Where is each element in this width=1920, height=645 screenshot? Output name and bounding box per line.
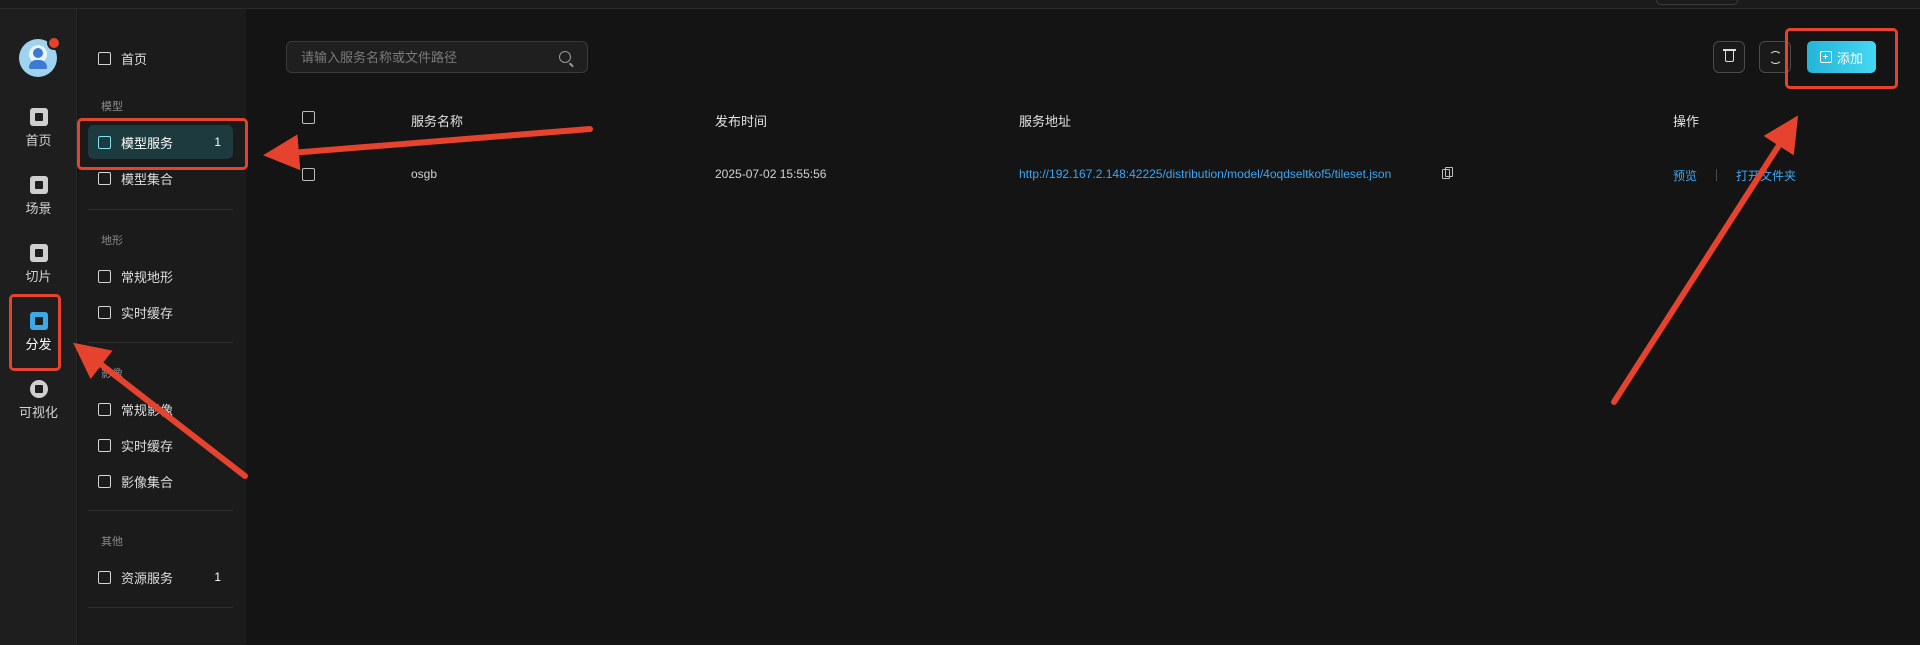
notification-badge-icon xyxy=(47,36,61,50)
column-header-name: 服务名称 xyxy=(411,114,464,129)
terrain-icon xyxy=(98,269,111,283)
home-icon xyxy=(98,51,111,65)
sidebar-item-label: 资源服务 xyxy=(121,570,174,586)
column-header-url: 服务地址 xyxy=(1019,114,1072,129)
resource-icon xyxy=(98,570,111,584)
slice-icon xyxy=(29,244,48,262)
main-content: 添加 服务名称 发布时间 服务地址 操作 osgb 2025-07-02 15:… xyxy=(246,9,1920,645)
sidebar-item-imagery-cache[interactable]: 实时缓存 xyxy=(88,428,233,462)
imagery-cache-icon xyxy=(98,438,111,452)
sidebar-item-label: 首页 xyxy=(121,51,148,67)
delete-button[interactable] xyxy=(1713,41,1745,73)
sidebar-item-label: 常规地形 xyxy=(121,269,174,285)
sidebar-item-label: 影像集合 xyxy=(121,474,174,490)
rail-item-label: 可视化 xyxy=(18,405,58,420)
sidebar-item-label: 实时缓存 xyxy=(121,305,174,321)
top-bar-tab[interactable] xyxy=(1656,0,1738,5)
rail-item-label: 首页 xyxy=(25,133,52,148)
search-input[interactable] xyxy=(301,42,551,72)
imagery-collection-icon xyxy=(98,474,111,488)
imagery-icon xyxy=(98,402,111,416)
preview-link[interactable]: 预览 xyxy=(1673,167,1697,184)
rail-item-visualize[interactable]: 可视化 xyxy=(0,380,77,436)
column-header-ops: 操作 xyxy=(1673,114,1700,129)
divider xyxy=(88,342,233,343)
annotation-box-add-button xyxy=(1785,28,1898,89)
trash-icon xyxy=(1723,49,1736,62)
rail-item-slice[interactable]: 切片 xyxy=(0,244,77,300)
sidebar-item-terrain-normal[interactable]: 常规地形 xyxy=(88,259,233,293)
count-badge: 1 xyxy=(214,570,221,584)
annotation-box-model-service xyxy=(77,118,248,170)
group-label-imagery: 影像 xyxy=(101,368,123,380)
sidebar-item-imagery-normal[interactable]: 常规影像 xyxy=(88,392,233,426)
search-icon[interactable] xyxy=(559,51,571,63)
secondary-sidebar: 首页 模型 模型服务 1 模型集合 地形 常规地形 实时缓存 影像 常规影像 实… xyxy=(78,9,246,645)
operation-separator xyxy=(1716,169,1717,181)
row-checkbox[interactable] xyxy=(302,168,315,181)
sidebar-item-label: 常规影像 xyxy=(121,402,174,418)
terrain-cache-icon xyxy=(98,305,111,319)
home-icon xyxy=(29,108,48,126)
rail-item-label: 切片 xyxy=(25,269,52,284)
avatar-body xyxy=(29,60,47,69)
divider xyxy=(88,607,233,608)
column-header-time: 发布时间 xyxy=(715,114,768,129)
sidebar-item-home[interactable]: 首页 xyxy=(88,41,233,75)
sidebar-item-label: 实时缓存 xyxy=(121,438,174,454)
open-folder-link[interactable]: 打开文件夹 xyxy=(1736,167,1796,184)
sidebar-item-terrain-cache[interactable]: 实时缓存 xyxy=(88,295,233,329)
sidebar-item-label: 模型集合 xyxy=(121,171,174,187)
sidebar-item-resource-service[interactable]: 资源服务 1 xyxy=(88,560,233,594)
annotation-box-distribute xyxy=(9,294,61,371)
avatar-head xyxy=(33,48,43,58)
sidebar-item-imagery-collection[interactable]: 影像集合 xyxy=(88,464,233,498)
divider xyxy=(88,209,233,210)
visualize-icon xyxy=(29,380,48,398)
divider xyxy=(88,510,233,511)
row-service-url-link[interactable]: http://192.167.2.148:42225/distribution/… xyxy=(1019,167,1391,181)
rail-item-home[interactable]: 首页 xyxy=(0,108,77,164)
row-publish-time: 2025-07-02 15:55:56 xyxy=(715,167,827,181)
select-all-checkbox[interactable] xyxy=(302,111,315,124)
group-label-model: 模型 xyxy=(101,101,123,113)
model-collection-icon xyxy=(98,171,111,185)
refresh-icon xyxy=(1769,51,1782,64)
group-label-other: 其他 xyxy=(101,536,123,548)
cube-icon xyxy=(29,176,48,194)
avatar[interactable] xyxy=(19,36,61,77)
group-label-terrain: 地形 xyxy=(101,235,123,247)
row-service-name: osgb xyxy=(411,167,438,181)
window-top-bar xyxy=(0,0,1920,9)
rail-item-scene[interactable]: 场景 xyxy=(0,176,77,232)
copy-icon[interactable] xyxy=(1442,167,1453,179)
search-box xyxy=(286,41,588,73)
rail-item-label: 场景 xyxy=(25,201,52,216)
